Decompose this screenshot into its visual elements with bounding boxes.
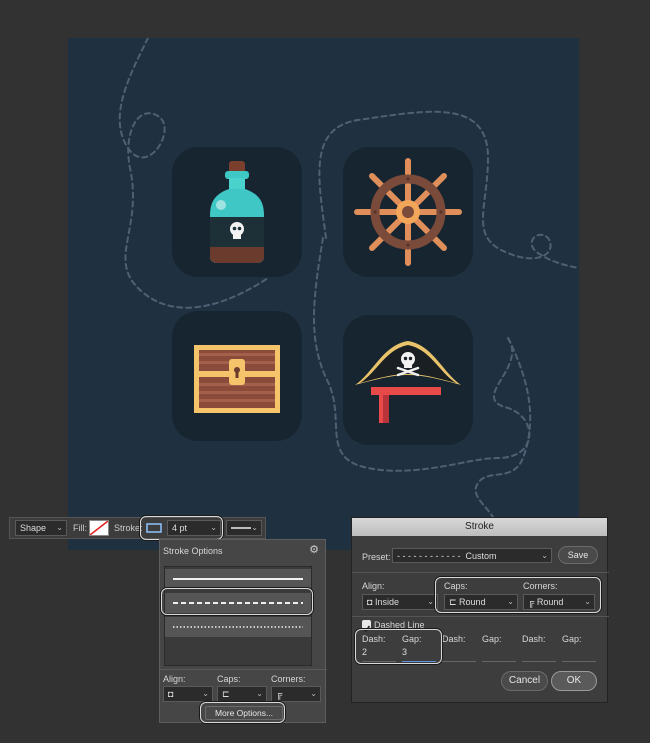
align-label: Align: (163, 674, 186, 684)
tile-treasure-chest[interactable] (172, 311, 302, 441)
preset-label: Preset: (362, 552, 391, 562)
align-dropdown[interactable]: ◘ Inside ⌄ (362, 594, 438, 610)
caps-dropdown[interactable]: ⊏ ⌄ (217, 686, 267, 702)
chevron-down-icon: ⌄ (56, 523, 63, 532)
cancel-button[interactable]: Cancel (501, 671, 548, 691)
save-button[interactable]: Save (558, 546, 598, 564)
fill-label: Fill: (73, 523, 87, 533)
dotted-line-icon (173, 626, 303, 628)
mode-dropdown[interactable]: Shape ⌄ (15, 520, 67, 536)
chevron-down-icon: ⌄ (541, 551, 548, 560)
align-label: Align: (362, 581, 385, 591)
treasure-chest-icon (194, 345, 280, 413)
options-bar: Shape ⌄ Fill: Stroke: 4 pt ⌄ ⌄ (9, 517, 266, 539)
solid-line-icon (231, 527, 251, 529)
align-dropdown[interactable]: ◘ ⌄ (163, 686, 213, 702)
dash-label-3: Dash: (522, 634, 546, 644)
corners-dropdown[interactable]: ╔ ⌄ (271, 686, 321, 702)
no-fill-icon (90, 521, 108, 535)
mode-dropdown-label: Shape (20, 523, 47, 533)
gap-field-3[interactable] (562, 647, 596, 662)
dashed-style-highlight (161, 588, 313, 615)
dash-label-2: Dash: (442, 634, 466, 644)
tile-pirate-hat[interactable] (343, 315, 473, 445)
chevron-down-icon: ⌄ (251, 523, 258, 532)
gap-field-2[interactable] (482, 647, 516, 662)
preset-value: Custom (465, 551, 497, 561)
tile-rum-bottle[interactable] (172, 147, 302, 277)
dialog-title: Stroke (352, 518, 607, 536)
stroke-highlight (140, 516, 223, 540)
rum-bottle-icon (210, 161, 264, 263)
more-options-highlight (200, 702, 285, 723)
stroke-label: Stroke: (114, 523, 143, 533)
dash-field-2[interactable] (442, 647, 476, 662)
dashed-line-checkbox[interactable] (362, 620, 371, 633)
dash-field-3[interactable] (522, 647, 556, 662)
preset-dropdown[interactable]: - - - - - - - - - - - - Custom ⌄ (392, 548, 552, 563)
stroke-options-title: Stroke Options (163, 546, 223, 556)
divider (352, 616, 609, 617)
stroke-style-dotted[interactable] (165, 617, 311, 637)
preset-dash-preview: - - - - - - - - - - - - (397, 551, 463, 561)
tile-ship-wheel[interactable] (343, 147, 473, 277)
caps-corners-highlight (435, 577, 601, 613)
ship-wheel-icon (354, 158, 462, 266)
chevron-down-icon: ⌄ (256, 689, 263, 698)
caps-label: Caps: (217, 674, 241, 684)
fill-swatch[interactable] (89, 520, 109, 536)
round-cap-icon: ⊏ (222, 689, 230, 699)
solid-line-icon (173, 578, 303, 580)
align-value: Inside (374, 597, 399, 607)
chevron-down-icon: ⌄ (310, 689, 317, 698)
align-inside-icon: ◘ (367, 597, 375, 607)
stroke-style-list (164, 566, 312, 666)
pirate-hat-icon (355, 341, 461, 423)
artboard-canvas[interactable] (68, 38, 579, 550)
gap-label-3: Gap: (562, 634, 582, 644)
chevron-down-icon: ⌄ (427, 597, 434, 606)
gap-label-2: Gap: (482, 634, 502, 644)
stroke-type-dropdown[interactable]: ⌄ (226, 520, 262, 536)
round-corner-icon: ╔ (276, 689, 283, 699)
stroke-style-solid[interactable] (165, 569, 311, 589)
gear-icon[interactable]: ⚙ (309, 543, 319, 556)
divider (352, 572, 609, 573)
stroke-options-panel: Stroke Options ⚙ Align: Caps: Corners: ◘… (159, 539, 327, 723)
ok-button[interactable]: OK (551, 671, 597, 691)
divider (160, 669, 327, 670)
chevron-down-icon: ⌄ (202, 689, 209, 698)
dashed-trail-paths (118, 38, 579, 529)
dash-gap-highlight (355, 629, 442, 664)
align-inside-icon: ◘ (168, 689, 174, 699)
corners-label: Corners: (271, 674, 306, 684)
